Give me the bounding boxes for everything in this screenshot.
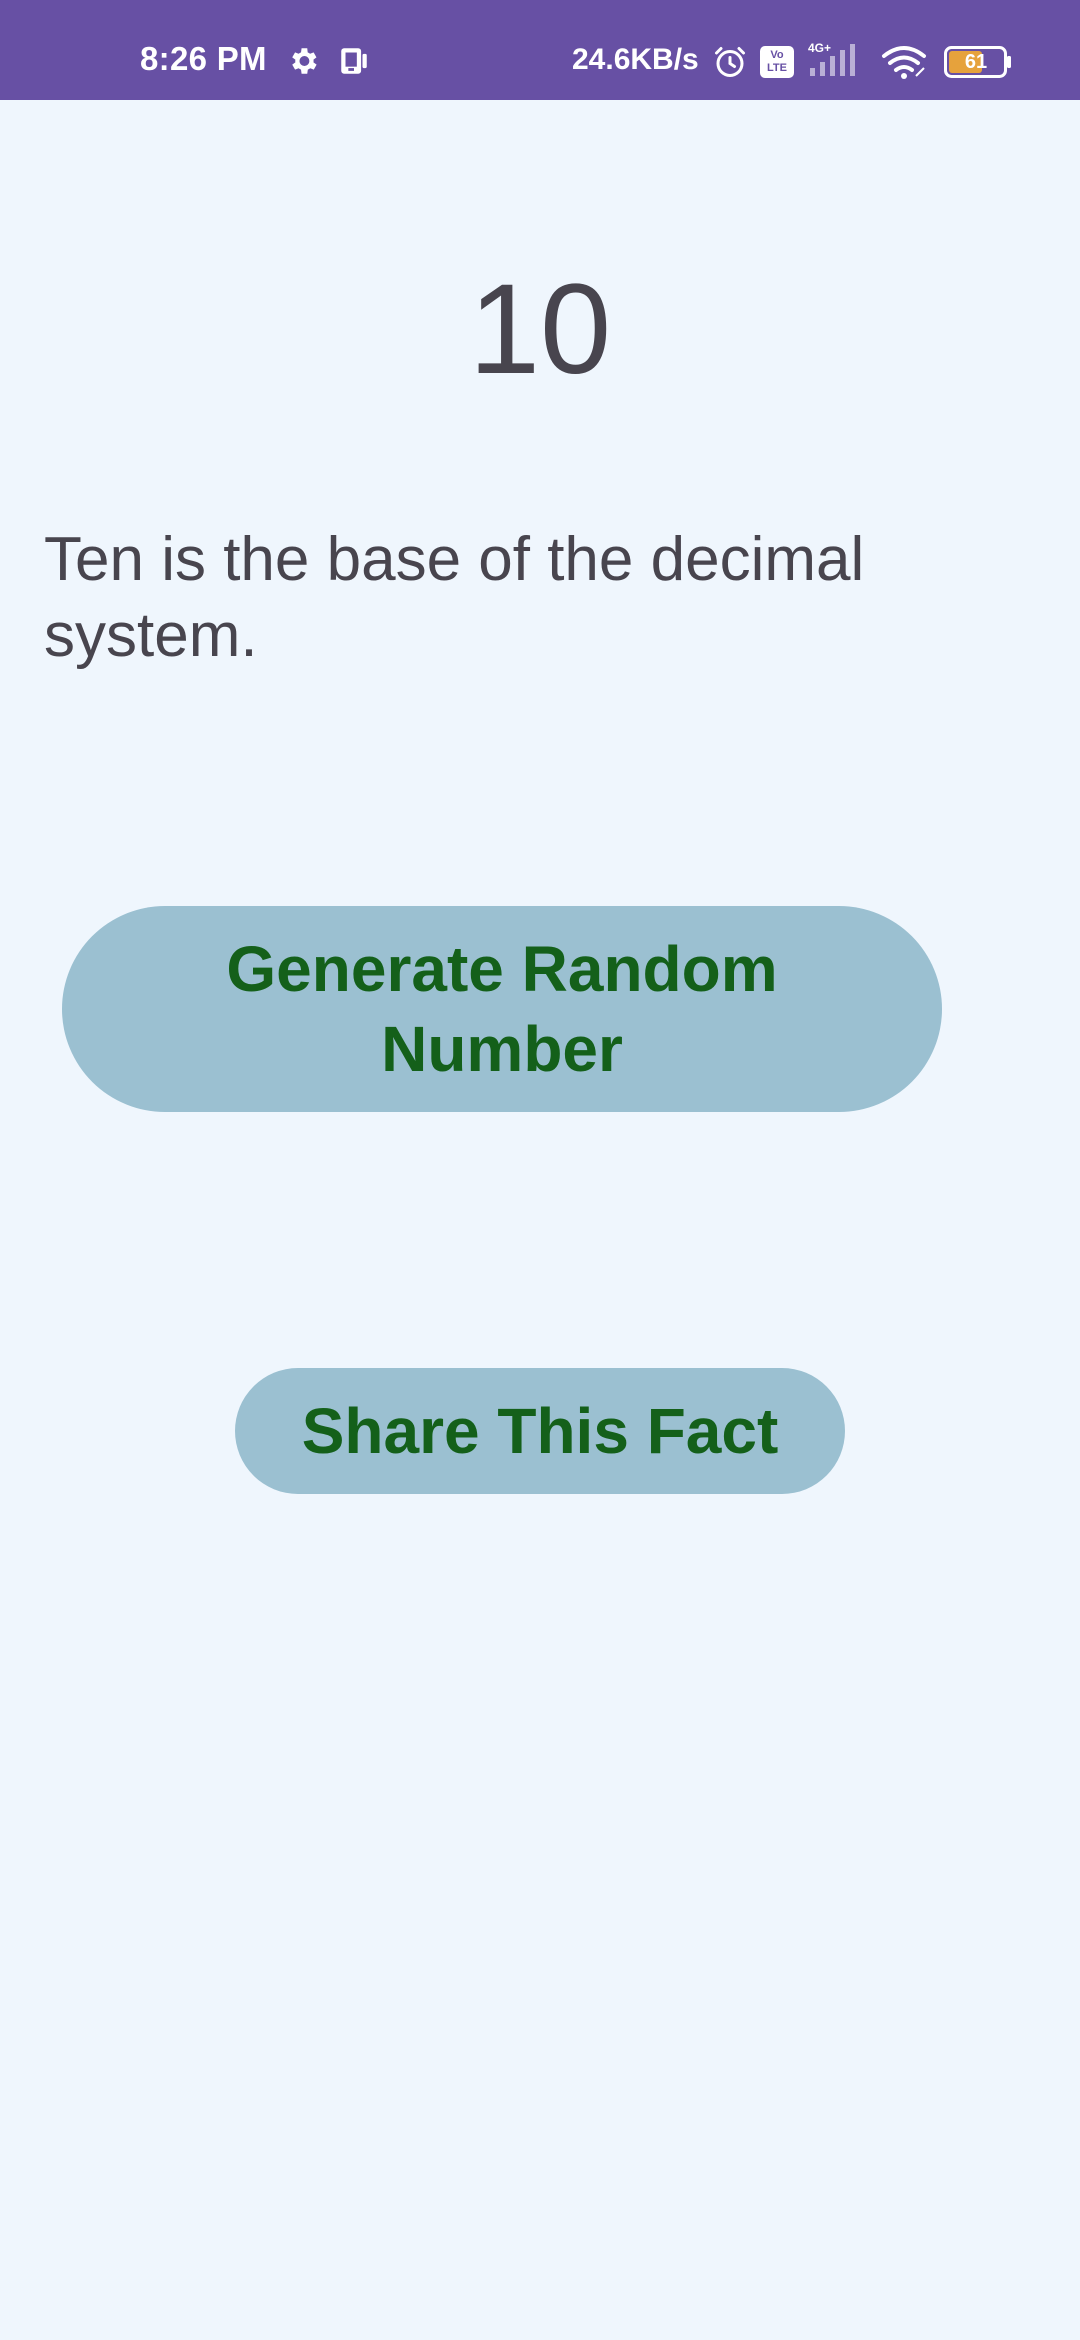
app-screen: 8:26 PM 24.6KB/s Vo LTE 4G+ 61 10 Ten is… [0,0,1080,2340]
battery-level: 61 [964,51,988,73]
wifi-icon [882,46,926,79]
status-bar: 8:26 PM 24.6KB/s Vo LTE 4G+ 61 [0,0,1080,100]
gear-icon [292,48,317,74]
random-number-display: 10 [468,258,612,401]
number-fact-text: Ten is the base of the decimal system. [44,525,865,670]
network-type: 4G+ [808,41,832,55]
share-fact-button[interactable]: Share This Fact [235,1368,845,1494]
network-speed: 24.6KB/s [572,43,699,76]
generate-random-number-button[interactable]: Generate Random Number [62,906,942,1112]
volte-icon: Vo LTE [760,46,794,78]
alarm-icon [715,47,745,77]
status-time: 8:26 PM [140,40,267,77]
notification-icon [341,48,367,74]
